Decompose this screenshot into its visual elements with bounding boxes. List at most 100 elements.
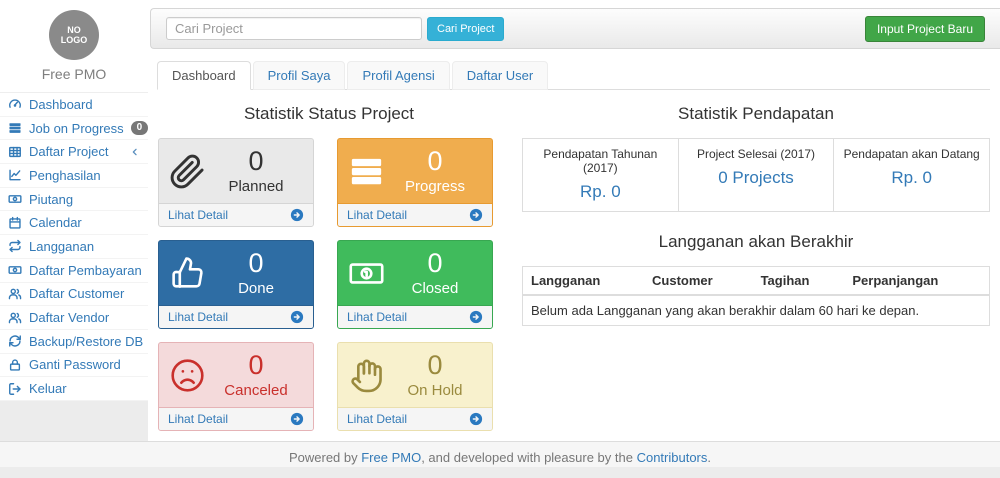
- status-card-done: 0 Done Lihat Detail: [158, 240, 314, 329]
- subscription-column-header: Perpanjangan: [844, 267, 989, 296]
- users-icon: [8, 287, 22, 301]
- status-label: On Hold: [388, 382, 482, 400]
- no-logo-badge: NO LOGO: [49, 10, 99, 60]
- sidebar-item-backup-restore-db[interactable]: Backup/Restore DB: [0, 330, 148, 354]
- sidebar-item-label: Ganti Password: [29, 357, 121, 372]
- stat-value[interactable]: 0 Projects: [683, 168, 830, 188]
- brand-name: Free PMO: [0, 66, 148, 82]
- lihat-detail-link[interactable]: Lihat Detail: [347, 208, 407, 222]
- frown-icon: [169, 357, 209, 394]
- tab-label: Profil Agensi: [362, 68, 434, 83]
- chart-line-icon: [8, 168, 22, 182]
- stat-value[interactable]: Rp. 0: [527, 182, 674, 202]
- subscription-empty-message: Belum ada Langganan yang akan berakhir d…: [523, 295, 990, 326]
- stat-value[interactable]: Rp. 0: [838, 168, 985, 188]
- status-column: Statistik Status Project 0 Planned Lihat…: [158, 95, 500, 431]
- status-count: 0: [388, 248, 482, 279]
- refresh-icon: [8, 334, 22, 348]
- sidebar-item-label: Penghasilan: [29, 168, 101, 183]
- status-card-canceled: 0 Canceled Lihat Detail: [158, 342, 314, 431]
- arrow-circle-right-icon[interactable]: [469, 412, 483, 426]
- status-card-closed: 0 Closed Lihat Detail: [337, 240, 493, 329]
- lihat-detail-link[interactable]: Lihat Detail: [168, 412, 228, 426]
- sidebar-item-langganan[interactable]: Langganan: [0, 235, 148, 259]
- main-content: Cari Project Input Project Baru Dashboar…: [148, 0, 1000, 441]
- footer-link-contributors[interactable]: Contributors: [637, 450, 708, 465]
- subscription-header-row: LanggananCustomerTagihanPerpanjangan: [523, 267, 990, 296]
- tab-daftar-user[interactable]: Daftar User: [452, 61, 548, 90]
- lihat-detail-link[interactable]: Lihat Detail: [347, 412, 407, 426]
- tasks-icon: [348, 153, 388, 190]
- arrow-circle-right-icon[interactable]: [469, 310, 483, 324]
- sidebar-item-label: Langganan: [29, 239, 94, 254]
- arrow-circle-right-icon[interactable]: [290, 412, 304, 426]
- sidebar-item-piutang[interactable]: Piutang: [0, 188, 148, 212]
- logo-line1: NO: [67, 25, 81, 35]
- stat-pendapatan-tahunan-2017: Pendapatan Tahunan (2017) Rp. 0: [523, 139, 678, 211]
- repeat-icon: [8, 239, 22, 253]
- sidebar-item-dashboard[interactable]: Dashboard: [0, 93, 148, 117]
- sidebar-item-label: Dashboard: [29, 97, 93, 112]
- lihat-detail-link[interactable]: Lihat Detail: [168, 208, 228, 222]
- sidebar-item-daftar-project[interactable]: Daftar Project: [0, 140, 148, 164]
- stat-project-selesai-2017: Project Selesai (2017) 0 Projects: [678, 139, 834, 211]
- search-input[interactable]: [166, 17, 422, 40]
- sidebar-item-ganti-password[interactable]: Ganti Password: [0, 354, 148, 378]
- money-bill-icon: [348, 255, 388, 292]
- sidebar-item-job-on-progress[interactable]: Job on Progress 0: [0, 117, 148, 141]
- thumbs-up-icon: [169, 255, 209, 292]
- sidebar-item-label: Keluar: [29, 381, 67, 396]
- status-cards: 0 Planned Lihat Detail 0: [158, 138, 500, 431]
- users-icon: [8, 311, 22, 325]
- sidebar-item-label: Calendar: [29, 215, 82, 230]
- subscription-empty-row: Belum ada Langganan yang akan berakhir d…: [523, 295, 990, 326]
- logo-area: NO LOGO Free PMO: [0, 0, 148, 92]
- lihat-detail-link[interactable]: Lihat Detail: [347, 310, 407, 324]
- sidebar-menu: Dashboard Job on Progress 0 Daftar Proje…: [0, 92, 148, 401]
- sidebar-item-calendar[interactable]: Calendar: [0, 211, 148, 235]
- status-count: 0: [388, 350, 482, 381]
- sidebar-item-penghasilan[interactable]: Penghasilan: [0, 164, 148, 188]
- tab-profil-agensi[interactable]: Profil Agensi: [347, 61, 449, 90]
- money-icon: [8, 192, 22, 206]
- sidebar-item-label: Daftar Customer: [29, 286, 124, 301]
- search-button[interactable]: Cari Project: [427, 17, 504, 41]
- sidebar-item-label: Job on Progress: [29, 121, 124, 136]
- status-card-on-hold: 0 On Hold Lihat Detail: [337, 342, 493, 431]
- status-card-progress: 0 Progress Lihat Detail: [337, 138, 493, 227]
- lihat-detail-link[interactable]: Lihat Detail: [168, 310, 228, 324]
- paperclip-icon: [169, 153, 209, 190]
- stat-pendapatan-akan-datang: Pendapatan akan Datang Rp. 0: [833, 139, 989, 211]
- sidebar-item-daftar-customer[interactable]: Daftar Customer: [0, 283, 148, 307]
- table-icon: [8, 145, 22, 159]
- status-label: Closed: [388, 280, 482, 298]
- status-label: Planned: [209, 178, 303, 196]
- arrow-circle-right-icon[interactable]: [290, 310, 304, 324]
- lock-icon: [8, 358, 22, 372]
- footer-link-free-pmo[interactable]: Free PMO: [361, 450, 421, 465]
- income-section-title: Statistik Pendapatan: [522, 104, 990, 124]
- new-project-button[interactable]: Input Project Baru: [865, 16, 985, 42]
- sidebar-item-daftar-pembayaran[interactable]: Daftar Pembayaran: [0, 259, 148, 283]
- status-count: 0: [209, 350, 303, 381]
- sidebar-item-daftar-vendor[interactable]: Daftar Vendor: [0, 306, 148, 330]
- status-label: Progress: [388, 178, 482, 196]
- count-badge: 0: [131, 121, 149, 135]
- footer-text: .: [707, 450, 711, 465]
- tab-profil-saya[interactable]: Profil Saya: [253, 61, 346, 90]
- hand-icon: [348, 357, 388, 394]
- sidebar-item-label: Daftar Pembayaran: [29, 263, 142, 278]
- sidebar-item-label: Piutang: [29, 192, 73, 207]
- footer-text: Powered by: [289, 450, 361, 465]
- logout-icon: [8, 382, 22, 396]
- tab-dashboard[interactable]: Dashboard: [157, 61, 251, 90]
- tab-label: Dashboard: [172, 68, 236, 83]
- dashboard-icon: [8, 97, 22, 111]
- sidebar-item-keluar[interactable]: Keluar: [0, 377, 148, 401]
- calendar-icon: [8, 216, 22, 230]
- stat-label: Project Selesai (2017): [683, 147, 830, 161]
- subscription-column-header: Tagihan: [753, 267, 845, 296]
- income-stats: Pendapatan Tahunan (2017) Rp. 0 Project …: [522, 138, 990, 212]
- arrow-circle-right-icon[interactable]: [290, 208, 304, 222]
- arrow-circle-right-icon[interactable]: [469, 208, 483, 222]
